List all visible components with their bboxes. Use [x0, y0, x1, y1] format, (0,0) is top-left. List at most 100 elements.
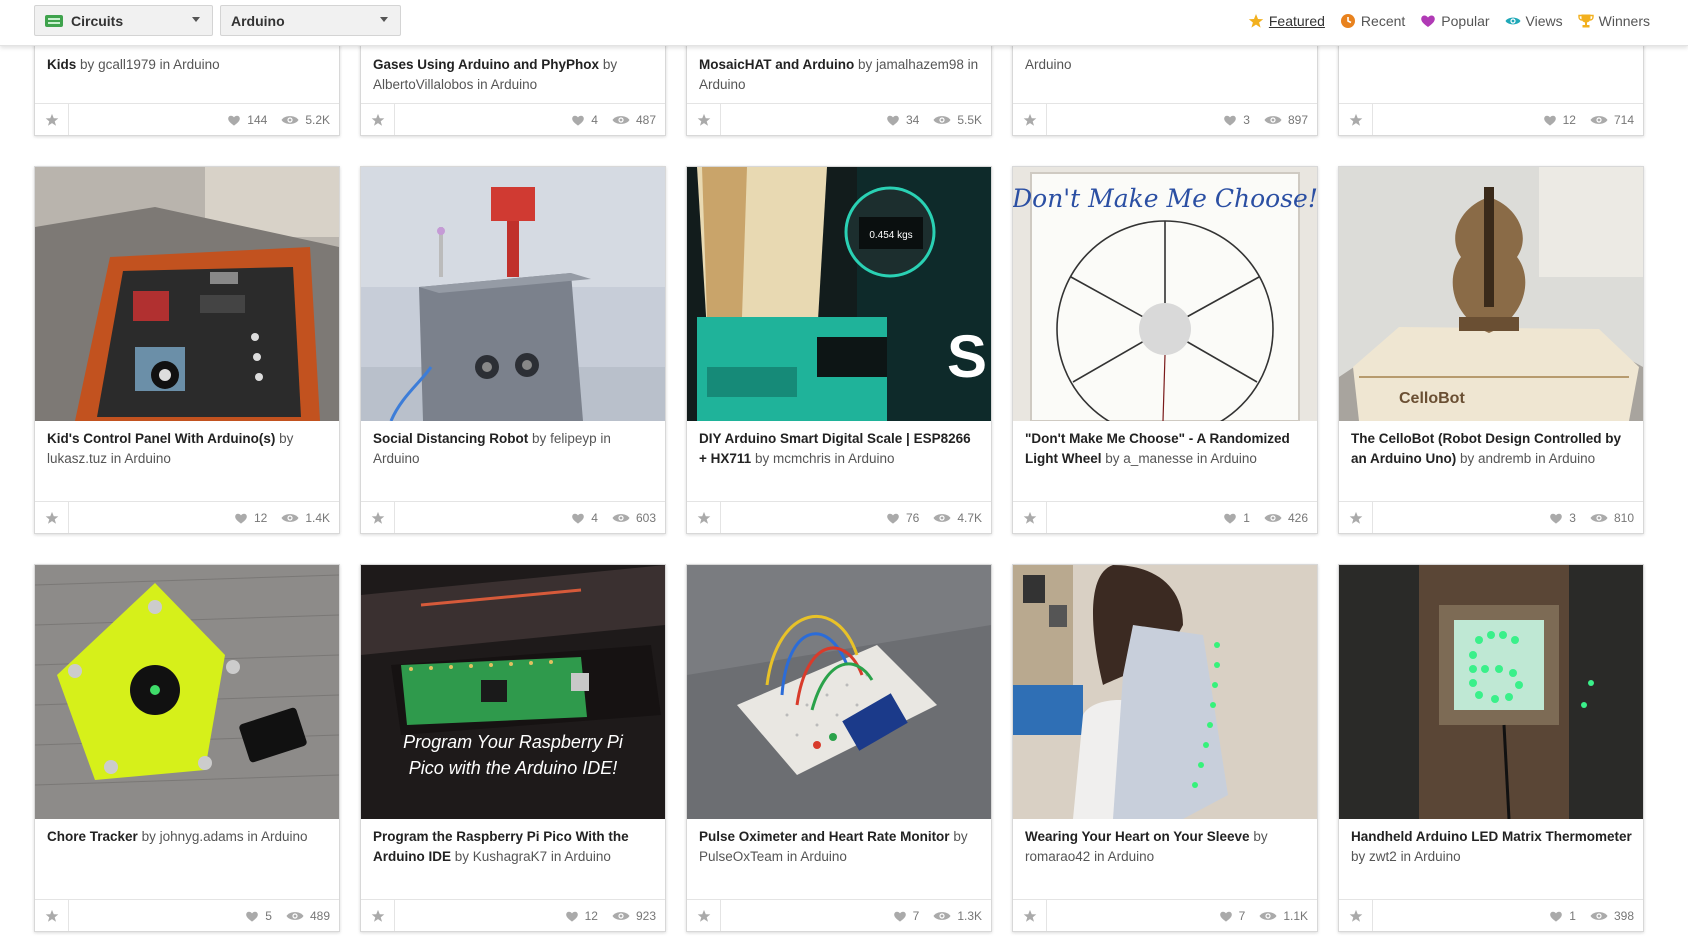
card-footer: 7 1.1K — [1013, 899, 1317, 931]
sort-winners-label: Winners — [1598, 13, 1650, 29]
card-title[interactable]: Kid's Control Panel With Arduino(s) — [47, 431, 275, 446]
favorite-button[interactable] — [35, 502, 69, 533]
project-thumbnail[interactable] — [361, 167, 665, 421]
channel-dropdown[interactable]: Arduino — [220, 5, 401, 36]
category-dropdown[interactable]: Circuits — [34, 5, 213, 36]
project-card[interactable]: Social Distancing Robot by felipeyp in A… — [360, 166, 666, 534]
project-thumbnail[interactable]: Program Your Raspberry Pi Pico with the … — [361, 565, 665, 819]
card-channel[interactable]: Arduino — [173, 57, 220, 72]
heart-icon — [893, 911, 906, 922]
card-author[interactable]: romarao42 — [1025, 849, 1090, 864]
card-channel[interactable]: Arduino — [1025, 57, 1072, 72]
heart-icon — [887, 513, 899, 524]
favorite-button[interactable] — [1013, 900, 1047, 931]
card-channel[interactable]: Arduino — [124, 451, 171, 466]
favorite-button[interactable] — [361, 502, 395, 533]
card-author[interactable]: johnyg.adams — [160, 829, 244, 844]
project-thumbnail[interactable] — [35, 565, 339, 819]
card-title[interactable]: Chore Tracker — [47, 829, 138, 844]
card-footer: 76 4.7K — [687, 501, 991, 533]
project-thumbnail[interactable]: CelloBot — [1339, 167, 1643, 421]
project-card[interactable]: 0.454 kgs S DIY Arduino Smart Digital Sc… — [686, 166, 992, 534]
card-channel[interactable]: Arduino — [564, 849, 611, 864]
heart-icon — [1550, 911, 1563, 922]
heart-icon — [572, 513, 585, 524]
project-card[interactable]: CelloBot The CelloBot (Robot Design Cont… — [1338, 166, 1644, 534]
card-author[interactable]: lukasz.tuz — [47, 451, 107, 466]
card-title[interactable]: Kids — [47, 57, 76, 72]
project-card[interactable]: Pulse Oximeter and Heart Rate Monitor by… — [686, 564, 992, 932]
card-channel[interactable]: Arduino — [491, 77, 538, 92]
card-channel[interactable]: Arduino — [848, 451, 895, 466]
project-card[interactable]: Chore Tracker by johnyg.adams in Arduino… — [34, 564, 340, 932]
project-thumbnail[interactable]: Don't Make Me Choose! — [1013, 167, 1317, 421]
card-stats: 7 1.1K — [1219, 909, 1308, 923]
card-author[interactable]: AlbertoVillalobos — [373, 77, 473, 92]
card-author[interactable]: felipeyp — [550, 431, 597, 446]
project-thumbnail[interactable] — [35, 167, 339, 421]
card-author[interactable]: zwt2 — [1369, 849, 1397, 864]
eye-icon — [933, 911, 951, 920]
card-channel[interactable]: Arduino — [800, 849, 847, 864]
star-icon — [1349, 909, 1362, 922]
favorite-button[interactable] — [35, 900, 69, 931]
favorite-button[interactable] — [687, 104, 721, 135]
sort-popular[interactable]: Popular — [1420, 13, 1490, 29]
card-title[interactable]: Pulse Oximeter and Heart Rate Monitor — [699, 829, 950, 844]
card-channel[interactable]: Arduino — [261, 829, 308, 844]
card-author[interactable]: a_manesse — [1123, 451, 1193, 466]
favorite-button[interactable] — [687, 900, 721, 931]
circuit-board-icon — [45, 15, 63, 27]
favorite-button[interactable] — [361, 104, 395, 135]
eye-icon — [933, 115, 951, 124]
favorite-button[interactable] — [35, 104, 69, 135]
star-icon — [45, 909, 58, 922]
favorite-button[interactable] — [1339, 502, 1373, 533]
card-title[interactable]: Wearing Your Heart on Your Sleeve — [1025, 829, 1250, 844]
favorite-button[interactable] — [687, 502, 721, 533]
favorite-button[interactable] — [1013, 104, 1047, 135]
card-channel[interactable]: Arduino — [1108, 849, 1155, 864]
favorite-button[interactable] — [1339, 104, 1373, 135]
sort-winners[interactable]: Winners — [1577, 13, 1650, 29]
card-channel[interactable]: Arduino — [373, 451, 420, 466]
card-title[interactable]: Social Distancing Robot — [373, 431, 528, 446]
card-author[interactable]: andremb — [1478, 451, 1531, 466]
card-title[interactable]: MosaicHAT and Arduino — [699, 57, 854, 72]
card-author[interactable]: gcall1979 — [98, 57, 156, 72]
project-card[interactable]: Wearing Your Heart on Your Sleeve by rom… — [1012, 564, 1318, 932]
project-card[interactable]: Kid's Control Panel With Arduino(s) by l… — [34, 166, 340, 534]
card-author[interactable]: jamalhazem98 — [876, 57, 964, 72]
heart-icon — [1543, 115, 1556, 126]
card-footer: 3 897 — [1013, 103, 1317, 135]
project-thumbnail[interactable] — [1013, 565, 1317, 819]
card-description: Kid's Control Panel With Arduino(s) by l… — [47, 431, 294, 466]
card-channel[interactable]: Arduino — [1414, 849, 1461, 864]
sort-views[interactable]: Views — [1505, 13, 1563, 29]
card-footer: 4 487 — [361, 103, 665, 135]
heart-icon — [1550, 513, 1563, 524]
project-card[interactable]: Don't Make Me Choose! "Don't Make Me Cho… — [1012, 166, 1318, 534]
sort-recent[interactable]: Recent — [1340, 13, 1405, 29]
star-icon — [45, 113, 58, 126]
card-author[interactable]: PulseOxTeam — [699, 849, 783, 864]
sort-featured[interactable]: Featured — [1248, 13, 1325, 29]
card-title[interactable]: Gases Using Arduino and PhyPhox — [373, 57, 599, 72]
favorite-button[interactable] — [361, 900, 395, 931]
project-card[interactable]: Handheld Arduino LED Matrix Thermometer … — [1338, 564, 1644, 932]
favorite-button[interactable] — [1339, 900, 1373, 931]
card-title[interactable]: Handheld Arduino LED Matrix Thermometer — [1351, 829, 1632, 844]
eye-icon — [281, 513, 299, 522]
card-stats: 144 5.2K — [227, 113, 330, 127]
card-author[interactable]: KushagraK7 — [473, 849, 547, 864]
project-thumbnail[interactable] — [1339, 565, 1643, 819]
card-channel[interactable]: Arduino — [1210, 451, 1257, 466]
project-thumbnail[interactable] — [687, 565, 991, 819]
favorite-button[interactable] — [1013, 502, 1047, 533]
card-author[interactable]: mcmchris — [773, 451, 831, 466]
project-card[interactable]: Program Your Raspberry Pi Pico with the … — [360, 564, 666, 932]
card-channel[interactable]: Arduino — [1549, 451, 1596, 466]
project-thumbnail[interactable]: 0.454 kgs S — [687, 167, 991, 421]
card-channel[interactable]: Arduino — [699, 77, 746, 92]
heart-icon — [887, 115, 899, 126]
